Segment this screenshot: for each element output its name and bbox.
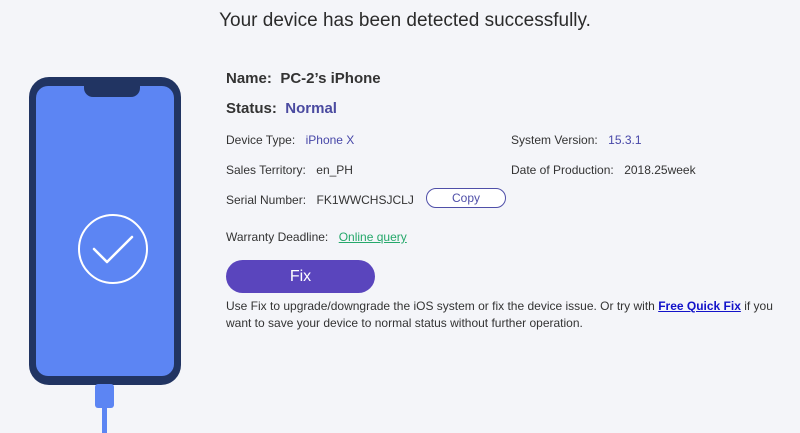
status-row: Status: Normal	[226, 100, 337, 118]
date-of-production-row: Date of Production: 2018.25week	[511, 161, 696, 179]
free-quick-fix-link[interactable]: Free Quick Fix	[658, 299, 741, 313]
serial-number-label: Serial Number:	[226, 193, 307, 207]
fix-description: Use Fix to upgrade/downgrade the iOS sys…	[226, 298, 796, 332]
name-value: PC-2’s iPhone	[280, 70, 381, 87]
sales-territory-value: en_PH	[316, 163, 353, 177]
device-type-value: iPhone X	[305, 133, 355, 147]
name-row: Name: PC-2’s iPhone	[226, 70, 381, 88]
sales-territory-label: Sales Territory:	[226, 163, 306, 177]
cable-wire-icon	[102, 406, 107, 433]
phone-screen	[36, 86, 174, 376]
device-type-label: Device Type:	[226, 133, 296, 147]
system-version-row: System Version: 15.3.1	[511, 131, 642, 149]
warranty-row: Warranty Deadline: Online query	[226, 228, 407, 246]
serial-number-value: FK1WWCHSJCLJ	[316, 193, 414, 207]
device-info: Name: PC-2’s iPhone Status: Normal Devic…	[226, 0, 800, 433]
status-label: Status:	[226, 100, 277, 117]
status-value: Normal	[285, 100, 337, 117]
online-query-link[interactable]: Online query	[339, 230, 407, 244]
phone-notch	[84, 86, 140, 97]
phone-illustration-icon	[29, 77, 181, 385]
date-of-production-label: Date of Production:	[511, 163, 614, 177]
serial-number-row: Serial Number: FK1WWCHSJCLJ	[226, 191, 414, 209]
fix-button[interactable]: Fix	[226, 260, 375, 293]
system-version-value: 15.3.1	[608, 133, 642, 147]
copy-serial-button[interactable]: Copy	[426, 188, 506, 208]
name-label: Name:	[226, 70, 272, 87]
description-text-before: Use Fix to upgrade/downgrade the iOS sys…	[226, 299, 659, 313]
warranty-label: Warranty Deadline:	[226, 230, 329, 244]
device-type-row: Device Type: iPhone X	[226, 131, 354, 149]
checkmark-circle-icon	[77, 213, 149, 285]
cable-connector-icon	[95, 384, 114, 408]
date-of-production-value: 2018.25week	[624, 163, 696, 177]
system-version-label: System Version:	[511, 133, 598, 147]
device-detected-panel: Your device has been detected successful…	[0, 0, 800, 433]
sales-territory-row: Sales Territory: en_PH	[226, 161, 353, 179]
